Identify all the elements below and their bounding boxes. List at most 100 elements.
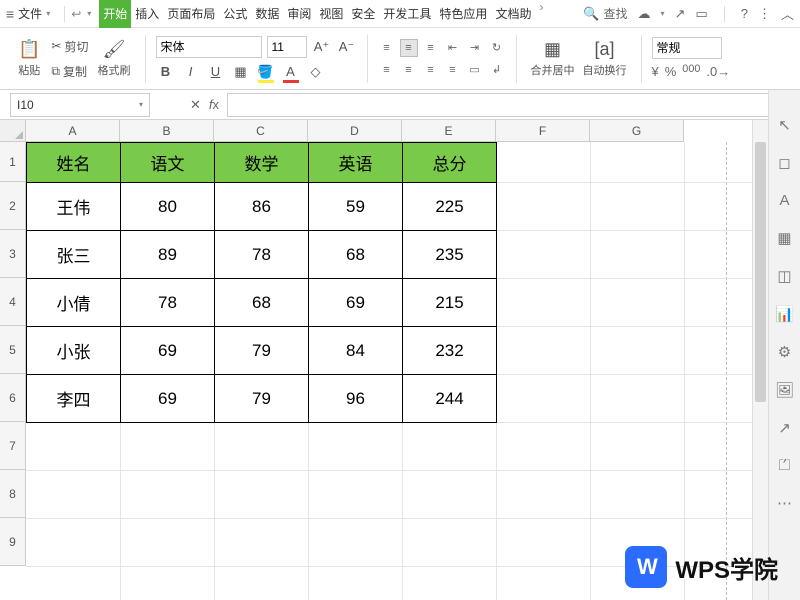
select-all-corner[interactable] [0,120,26,142]
row-header[interactable]: 8 [0,470,26,518]
underline-button[interactable]: U [206,62,226,82]
table-header-cell[interactable]: 姓名 [27,143,121,183]
table-cell[interactable]: 张三 [27,231,121,279]
align-justify-icon[interactable]: ≡ [444,61,462,79]
table-cell[interactable]: 244 [403,375,497,423]
tab-insert[interactable]: 插入 [131,0,163,28]
collapse-ribbon-icon[interactable]: ︿ [781,4,794,23]
table-header-cell[interactable]: 总分 [403,143,497,183]
align-center-icon[interactable]: ≡ [400,61,418,79]
chevron-down-icon[interactable]: ▾ [87,9,91,18]
hamburger-icon[interactable]: ≡ [6,6,14,22]
decrease-font-icon[interactable]: A⁻ [337,37,357,57]
align-top-right-icon[interactable]: ≡ [422,39,440,57]
calendar-icon[interactable]: ▭ [695,6,707,22]
tab-dev-tools[interactable]: 开发工具 [379,0,435,28]
increase-font-icon[interactable]: A⁺ [312,37,332,57]
cancel-icon[interactable]: ✕ [190,97,201,113]
name-box[interactable]: I10 ▾ [10,93,150,117]
font-size-combo[interactable] [267,36,307,58]
column-header[interactable]: G [590,120,684,142]
share-icon[interactable]: ↗ [675,6,686,22]
chart-icon[interactable]: 📊 [775,305,794,323]
more-icon[interactable]: ⋮ [758,6,771,22]
table-cell[interactable]: 59 [309,183,403,231]
fill-color-button[interactable]: 🪣 [256,62,276,82]
row-header[interactable]: 7 [0,422,26,470]
clear-format-button[interactable]: ◇ [306,62,326,82]
column-header[interactable]: C [214,120,308,142]
bold-button[interactable]: B [156,62,176,82]
table-cell[interactable]: 79 [215,375,309,423]
tab-formula[interactable]: 公式 [219,0,251,28]
table-cell[interactable]: 王伟 [27,183,121,231]
table-cell[interactable]: 李四 [27,375,121,423]
table-header-cell[interactable]: 语文 [121,143,215,183]
align-top-center-icon[interactable]: ≡ [400,39,418,57]
table-cell[interactable]: 215 [403,279,497,327]
italic-button[interactable]: I [181,62,201,82]
table-cell[interactable]: 78 [215,231,309,279]
table-cell[interactable]: 84 [309,327,403,375]
format-painter-button[interactable]: 🖌 格式刷 [94,39,135,78]
table-cell[interactable]: 96 [309,375,403,423]
tab-home[interactable]: 开始 [99,0,131,28]
row-header[interactable]: 9 [0,518,26,566]
data-table[interactable]: 姓名语文数学英语总分王伟808659225张三897868235小倩786869… [26,142,497,423]
spreadsheet-grid[interactable]: ABCDEFG 123456789 姓名语文数学英语总分王伟808659225张… [0,120,768,600]
align-top-left-icon[interactable]: ≡ [378,39,396,57]
table-cell[interactable]: 86 [215,183,309,231]
row-header[interactable]: 6 [0,374,26,422]
tab-page-layout[interactable]: 页面布局 [163,0,219,28]
table-cell[interactable]: 80 [121,183,215,231]
tab-special[interactable]: 特色应用 [435,0,491,28]
table-header-cell[interactable]: 数学 [215,143,309,183]
formula-input[interactable] [227,93,770,117]
table-cell[interactable]: 68 [309,231,403,279]
table-cell[interactable]: 69 [121,327,215,375]
fx-icon[interactable]: fx [209,97,219,112]
help-icon[interactable]: ? [741,6,748,21]
table-cell[interactable]: 89 [121,231,215,279]
image-icon[interactable]: 🖼 [775,381,794,399]
number-format-combo[interactable] [652,37,722,59]
tabs-overflow-icon[interactable]: › [535,0,547,28]
paste-button[interactable]: 📋 粘贴 [14,39,44,78]
file-menu[interactable]: 文件 ▾ [18,5,52,22]
copy-button[interactable]: ⧉ 复制 [48,61,91,82]
row-header[interactable]: 1 [0,142,26,182]
row-header[interactable]: 4 [0,278,26,326]
wrap-text-button[interactable]: [a] 自动换行 [579,39,631,78]
cloud-icon[interactable]: ☁ [638,6,651,22]
font-color-button[interactable]: A [281,62,301,82]
vertical-scrollbar[interactable] [752,120,768,600]
column-header[interactable]: E [402,120,496,142]
tab-doc-assist[interactable]: 文档助 [491,0,535,28]
table-header-cell[interactable]: 英语 [309,143,403,183]
column-header[interactable]: D [308,120,402,142]
column-header[interactable]: F [496,120,590,142]
align-left-icon[interactable]: ≡ [378,61,396,79]
filter-icon[interactable]: ⚙ [778,343,791,361]
table-cell[interactable]: 小倩 [27,279,121,327]
tab-security[interactable]: 安全 [347,0,379,28]
row-header[interactable]: 3 [0,230,26,278]
selection-icon[interactable]: ◻ [778,154,790,172]
column-header[interactable]: B [120,120,214,142]
tab-review[interactable]: 审阅 [283,0,315,28]
table-cell[interactable]: 235 [403,231,497,279]
table-cell[interactable]: 69 [309,279,403,327]
percent-icon[interactable]: % [665,64,677,79]
table-cell[interactable]: 78 [121,279,215,327]
orientation-icon[interactable]: ↻ [488,39,506,57]
cut-button[interactable]: ✂ 剪切 [48,36,91,57]
indent-increase-icon[interactable]: ⇥ [466,39,484,57]
indent-decrease-icon[interactable]: ⇤ [444,39,462,57]
table-cell[interactable]: 69 [121,375,215,423]
style-icon[interactable]: A [779,192,789,209]
scrollbar-thumb[interactable] [755,142,766,402]
wrap-icon-small[interactable]: ↲ [488,61,506,79]
row-header[interactable]: 5 [0,326,26,374]
components-icon[interactable]: ◫ [777,267,791,285]
currency-icon[interactable]: ¥ [652,64,659,79]
